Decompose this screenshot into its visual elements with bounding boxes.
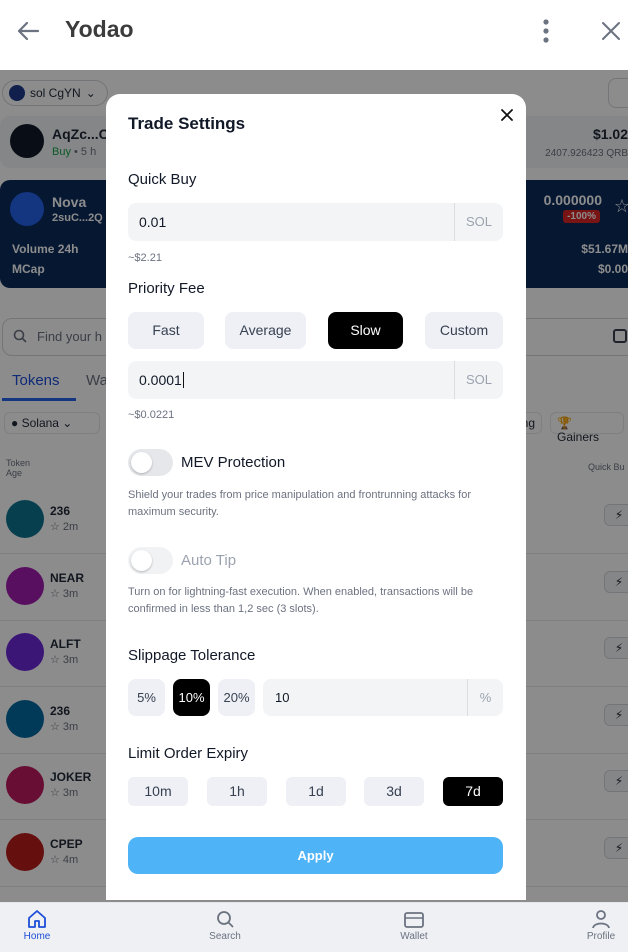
mev-protection-toggle[interactable] — [128, 449, 173, 476]
fee-average-button[interactable]: Average — [225, 312, 306, 349]
priority-fee-value: 0.0001 — [139, 372, 184, 388]
bottom-nav: Home Search Wallet Profile — [0, 902, 628, 952]
auto-tip-description: Turn on for lightning-fast execution. Wh… — [128, 586, 474, 615]
back-arrow-icon[interactable] — [14, 17, 42, 45]
mev-protection-label: MEV Protection — [181, 454, 286, 471]
fee-fast-button[interactable]: Fast — [128, 312, 204, 349]
slippage-label: Slippage Tolerance — [128, 647, 256, 664]
expiry-1d-button[interactable]: 1d — [286, 777, 346, 806]
toggle-knob — [131, 452, 152, 473]
expiry-10m-button[interactable]: 10m — [128, 777, 188, 806]
priority-fee-unit: SOL — [454, 361, 503, 399]
search-icon — [217, 911, 234, 928]
expiry-label: Limit Order Expiry — [128, 745, 249, 762]
page-title: Yodao — [65, 16, 134, 42]
slippage-input[interactable]: 10 % — [263, 679, 503, 716]
modal-title: Trade Settings — [128, 114, 246, 133]
apply-button[interactable]: Apply — [128, 837, 503, 874]
top-header: Yodao — [0, 0, 628, 70]
wallet-icon — [404, 912, 424, 928]
expiry-1h-button[interactable]: 1h — [207, 777, 267, 806]
close-icon[interactable] — [598, 18, 624, 44]
priority-fee-input[interactable]: 0.0001 SOL — [128, 361, 503, 399]
nav-profile[interactable]: Profile — [571, 909, 628, 942]
home-icon — [28, 910, 46, 928]
more-options-icon[interactable] — [536, 17, 556, 45]
fee-custom-button[interactable]: Custom — [425, 312, 503, 349]
quick-buy-input[interactable]: 0.01 SOL — [128, 203, 503, 241]
expiry-3d-button[interactable]: 3d — [364, 777, 424, 806]
fee-slow-button[interactable]: Slow — [328, 312, 403, 349]
auto-tip-toggle[interactable] — [128, 547, 173, 574]
mev-protection-description: Shield your trades from price manipulati… — [128, 489, 472, 518]
expiry-7d-button[interactable]: 7d — [443, 777, 503, 806]
nav-wallet[interactable]: Wallet — [384, 909, 444, 942]
priority-fee-usd: ~$0.0221 — [128, 409, 175, 421]
quick-buy-unit: SOL — [454, 203, 503, 241]
quick-buy-label: Quick Buy — [128, 171, 197, 188]
auto-tip-label: Auto Tip — [181, 552, 237, 569]
slippage-value: 10 — [275, 690, 290, 705]
slippage-unit: % — [467, 679, 503, 716]
toggle-knob — [131, 550, 152, 571]
quick-buy-usd: ~$2.21 — [128, 252, 162, 264]
trade-settings-modal: Trade Settings Quick Buy 0.01 SOL ~$2.21… — [106, 94, 526, 900]
slippage-5-button[interactable]: 5% — [128, 679, 165, 716]
slippage-20-button[interactable]: 20% — [218, 679, 255, 716]
priority-fee-label: Priority Fee — [128, 280, 205, 297]
nav-search[interactable]: Search — [195, 909, 255, 942]
quick-buy-value: 0.01 — [139, 214, 167, 230]
slippage-10-button[interactable]: 10% — [173, 679, 210, 716]
profile-icon — [592, 910, 610, 929]
close-icon[interactable] — [498, 106, 516, 124]
nav-home[interactable]: Home — [7, 909, 67, 942]
